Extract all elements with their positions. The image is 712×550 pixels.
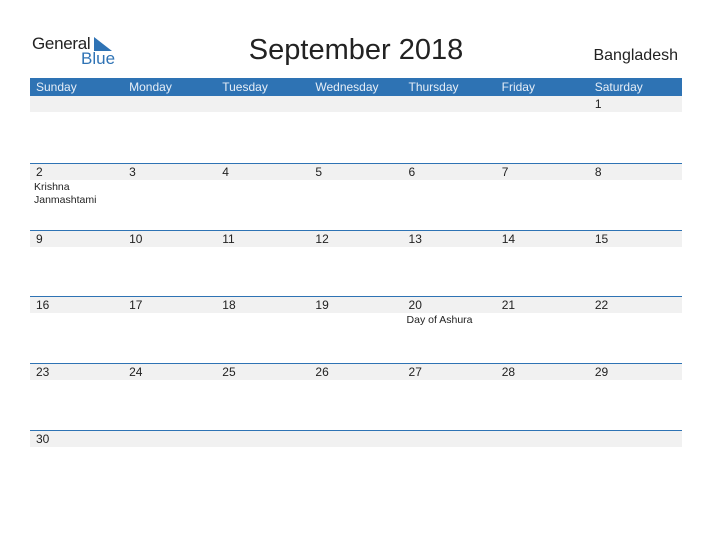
day-cell[interactable] — [496, 431, 589, 498]
day-cell[interactable]: 3 — [123, 164, 216, 231]
day-number: 4 — [222, 165, 229, 179]
weekday-header: Sunday Monday Tuesday Wednesday Thursday… — [30, 78, 682, 96]
day-cell[interactable]: 7 — [496, 164, 589, 231]
day-cell[interactable]: 4 — [216, 164, 309, 231]
day-number: 11 — [222, 232, 235, 246]
day-number: 15 — [594, 232, 609, 246]
day-number: 28 — [501, 365, 516, 379]
day-number: 12 — [315, 232, 329, 246]
day-cell[interactable]: 25 — [216, 364, 309, 431]
day-number: 29 — [594, 365, 609, 379]
day-cell[interactable]: 6 — [403, 164, 496, 231]
day-number: 1 — [594, 97, 602, 111]
week-row: 1 — [30, 96, 682, 163]
day-cell[interactable] — [123, 431, 216, 498]
day-cell[interactable]: 14 — [496, 231, 589, 298]
day-cell[interactable]: 22 — [589, 297, 682, 364]
day-cell[interactable] — [216, 96, 309, 163]
day-cell[interactable] — [589, 431, 682, 498]
day-cell[interactable]: 5 — [309, 164, 402, 231]
holiday-label: Day of Ashura — [406, 314, 473, 326]
day-cell[interactable] — [403, 431, 496, 498]
week-row: 23 24 25 26 27 28 29 — [30, 363, 682, 431]
weekday-monday: Monday — [129, 80, 172, 94]
day-cell[interactable]: 21 — [496, 297, 589, 364]
day-number: 20 — [408, 298, 422, 312]
day-cell[interactable]: 16 — [30, 297, 123, 364]
day-cell[interactable]: 2 Krishna Janmashtami — [30, 164, 123, 231]
day-cell[interactable]: 28 — [496, 364, 589, 431]
day-cell[interactable] — [309, 431, 402, 498]
day-number: 19 — [315, 298, 329, 312]
day-number: 21 — [501, 298, 516, 312]
day-number: 17 — [129, 298, 143, 312]
day-number: 8 — [594, 165, 602, 179]
day-cell[interactable]: 12 — [309, 231, 402, 298]
weekday-saturday: Saturday — [594, 80, 643, 94]
weekday-thursday: Thursday — [408, 80, 459, 94]
day-number: 30 — [36, 432, 50, 446]
day-number: 18 — [222, 298, 236, 312]
day-number: 24 — [129, 365, 143, 379]
week-row: 30 — [30, 430, 682, 498]
day-cell[interactable]: 11 — [216, 231, 309, 298]
day-number: 16 — [36, 298, 50, 312]
day-cell[interactable] — [309, 96, 402, 163]
day-cell[interactable]: 13 — [403, 231, 496, 298]
day-cell[interactable]: 26 — [309, 364, 402, 431]
holiday-label: Krishna Janmashtami — [34, 181, 97, 206]
day-number: 2 — [36, 165, 43, 179]
day-number: 6 — [408, 165, 416, 179]
day-cell[interactable] — [496, 96, 589, 163]
day-cell[interactable]: 8 — [589, 164, 682, 231]
weekday-sunday: Sunday — [36, 80, 77, 94]
day-cell[interactable]: 15 — [589, 231, 682, 298]
day-number: 14 — [501, 232, 516, 246]
day-number: 25 — [222, 365, 236, 379]
week-row: 9 10 11 12 13 14 15 — [30, 230, 682, 298]
day-cell[interactable]: 18 — [216, 297, 309, 364]
day-cell[interactable]: 30 — [30, 431, 123, 498]
day-cell[interactable]: 10 — [123, 231, 216, 298]
day-cell[interactable] — [403, 96, 496, 163]
day-cell[interactable]: 9 — [30, 231, 123, 298]
day-number: 5 — [315, 165, 323, 179]
day-cell[interactable] — [30, 96, 123, 163]
day-cell[interactable]: 27 — [403, 364, 496, 431]
day-number: 27 — [408, 365, 422, 379]
day-cell[interactable] — [123, 96, 216, 163]
week-row: 2 Krishna Janmashtami 3 4 5 6 7 8 — [30, 163, 682, 231]
day-cell[interactable]: 19 — [309, 297, 402, 364]
day-cell[interactable]: 17 — [123, 297, 216, 364]
day-number: 7 — [501, 165, 509, 179]
day-cell[interactable]: 1 — [589, 96, 682, 163]
day-number: 9 — [36, 232, 43, 246]
day-number: 23 — [36, 365, 50, 379]
country-label: Bangladesh — [593, 47, 678, 64]
day-cell[interactable]: 24 — [123, 364, 216, 431]
week-row: 16 17 18 19 20 Day of Ashura 21 22 — [30, 296, 682, 364]
day-number: 22 — [594, 298, 609, 312]
weekday-tuesday: Tuesday — [222, 80, 268, 94]
day-cell[interactable] — [216, 431, 309, 498]
day-cell[interactable]: 29 — [589, 364, 682, 431]
day-number: 26 — [315, 365, 329, 379]
weekday-friday: Friday — [501, 80, 535, 94]
day-cell[interactable]: 23 — [30, 364, 123, 431]
day-number: 3 — [129, 165, 136, 179]
day-cell[interactable]: 20 Day of Ashura — [403, 297, 496, 364]
weekday-wednesday: Wednesday — [315, 80, 379, 94]
day-number: 10 — [129, 232, 143, 246]
day-number: 13 — [408, 232, 422, 246]
